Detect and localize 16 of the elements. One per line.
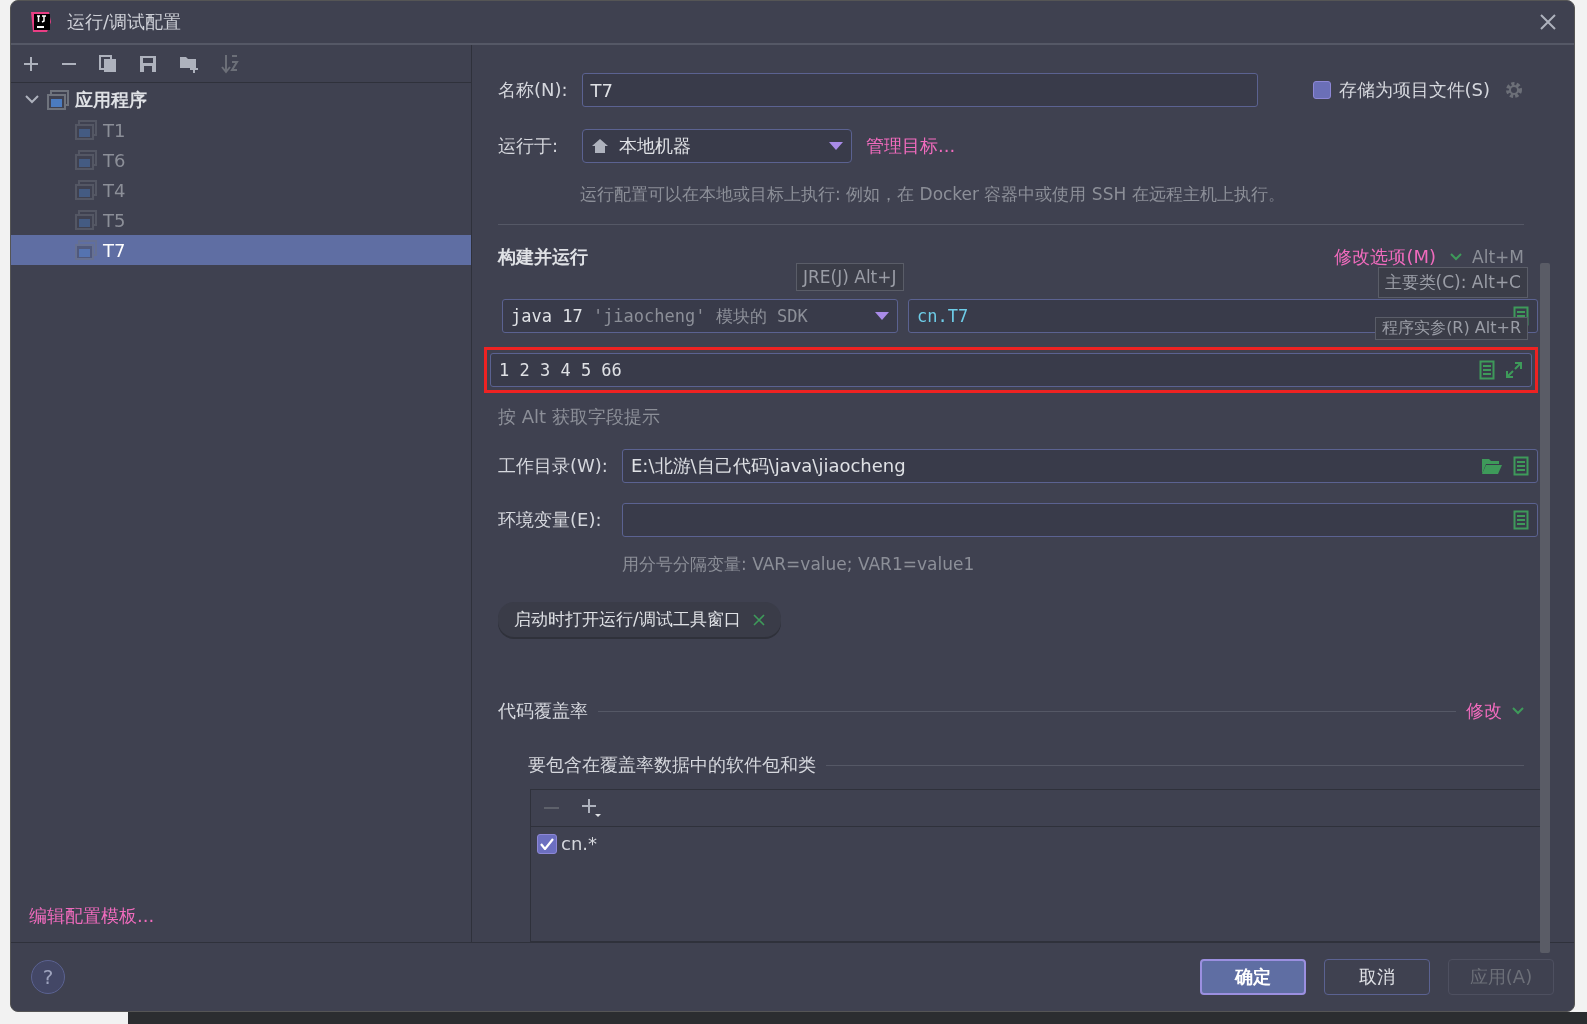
hint-text: 用分号分隔变量: VAR=value; VAR1=value1	[622, 553, 976, 576]
tooltip: 主要类(C): Alt+C	[1377, 267, 1528, 298]
hint-text: 按 Alt 获取字段提示	[498, 405, 661, 429]
package-pattern: cn.*	[561, 833, 598, 854]
section-title: 构建并运行	[498, 245, 588, 269]
section-subtitle: 要包含在覆盖率数据中的软件包和类	[528, 753, 816, 777]
field-label: 工作目录(W):	[498, 454, 608, 478]
shortcut-text: Alt+M	[1472, 247, 1524, 267]
field-label: 运行于:	[498, 134, 560, 158]
tooltip: 程序实参(R) Alt+R	[1375, 317, 1528, 340]
tooltip: JRE(J) Alt+J	[796, 263, 904, 291]
field-label: 环境变量(E):	[498, 508, 603, 532]
hint-text: 运行配置可以在本地或目标上执行: 例如，在 Docker 容器中或使用 SSH 在远程主机上执行。	[580, 183, 1286, 206]
window-title: 运行/调试配置	[67, 10, 183, 34]
section-title: 代码覆盖率	[498, 699, 588, 723]
field-label: 名称(N):	[498, 78, 568, 102]
